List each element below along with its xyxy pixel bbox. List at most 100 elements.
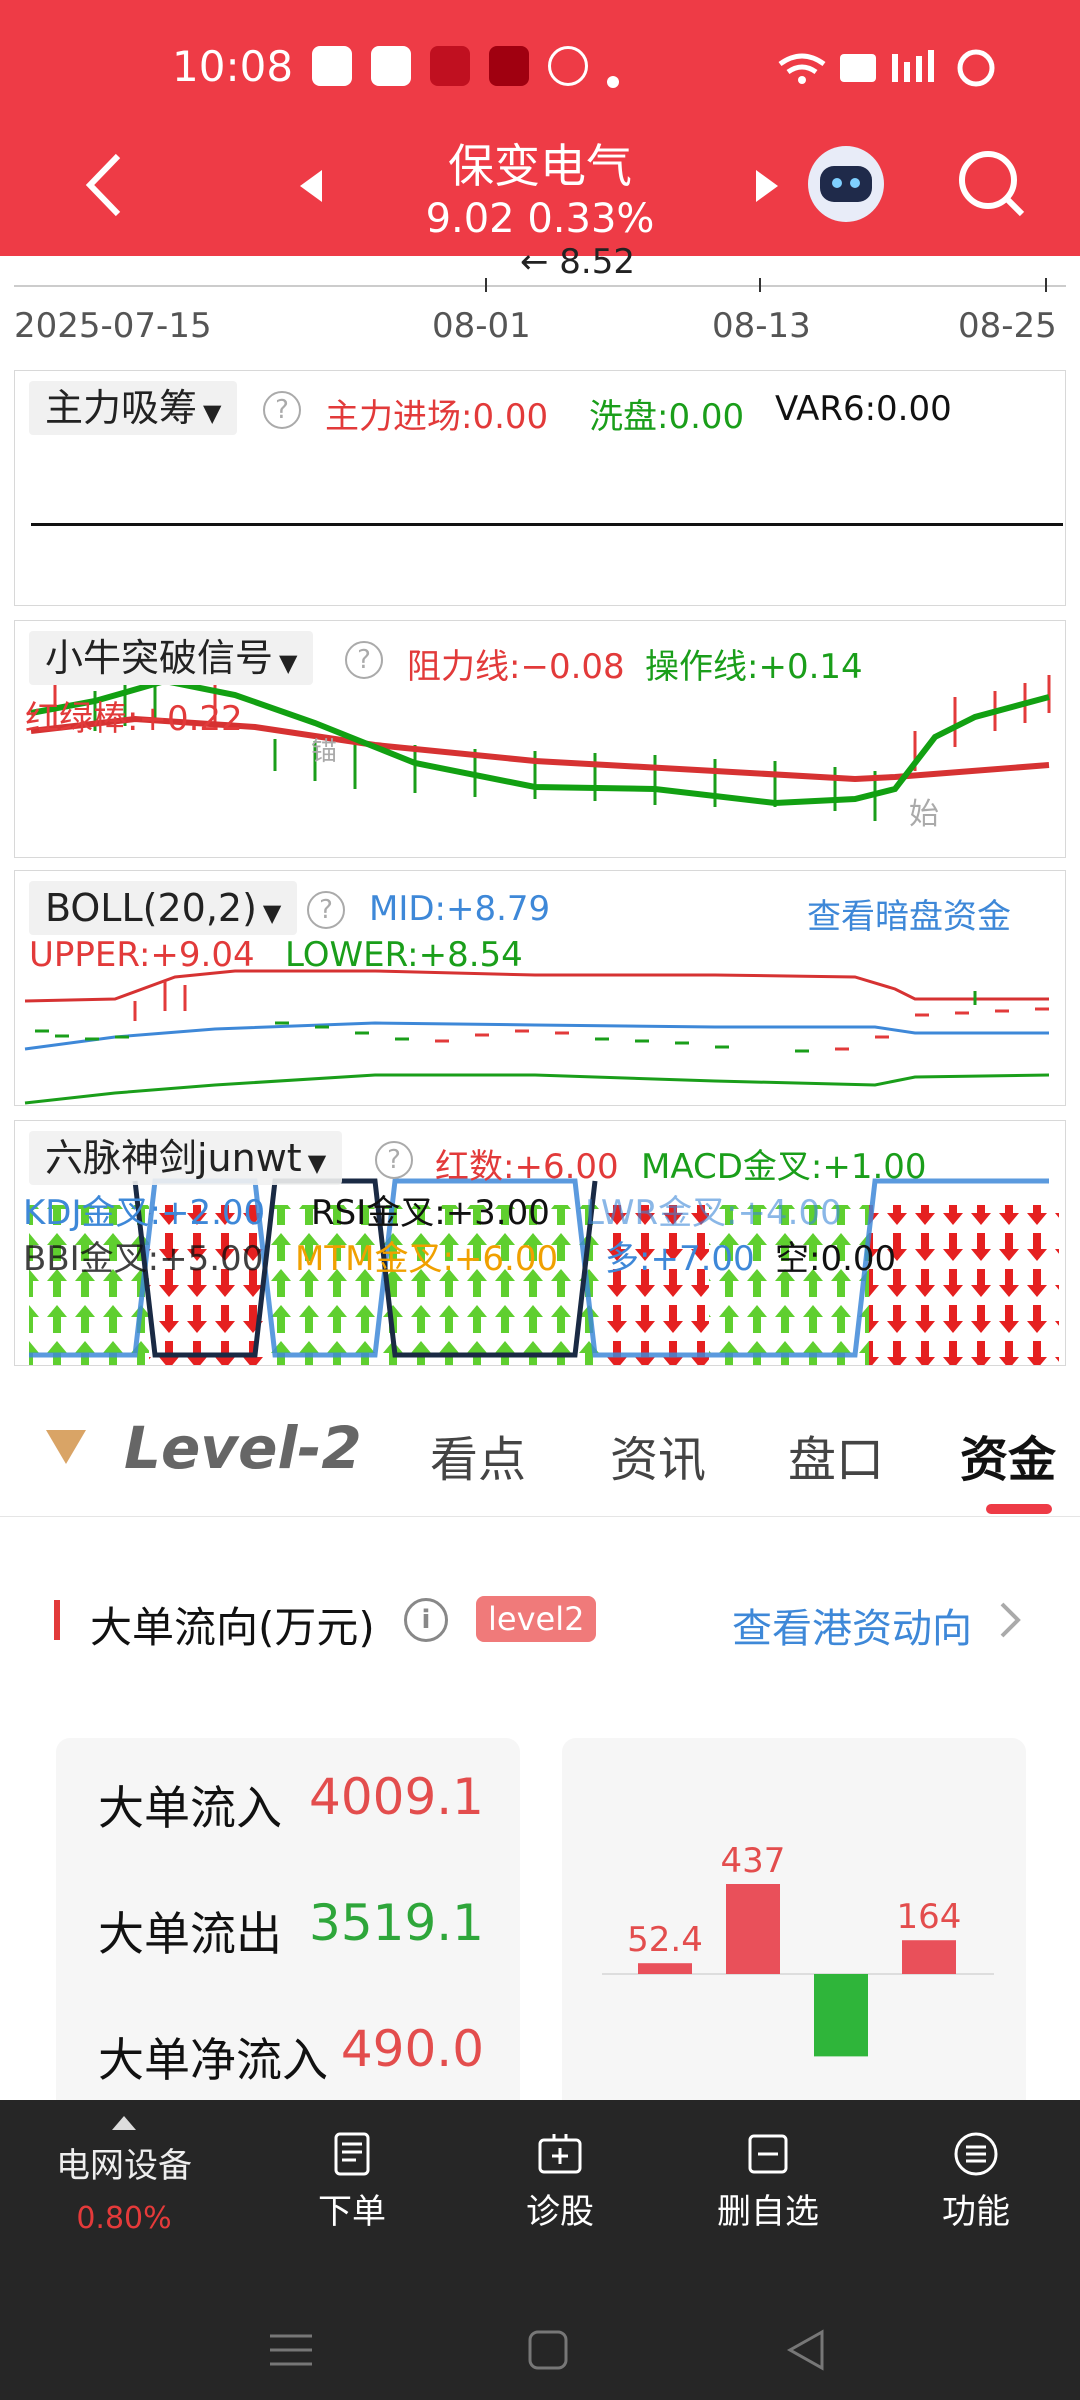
boll-lower-label: LOWER:+8.54 <box>285 935 523 975</box>
tab-capital[interactable]: 资金 <box>960 1420 1056 1490</box>
stock-price: 9.02 0.33% <box>425 196 655 242</box>
remove-watchlist-button[interactable]: 删自选 <box>688 2130 848 2233</box>
price-marker-label: ← 8.52 <box>520 242 635 282</box>
tab-news[interactable]: 资讯 <box>610 1420 706 1490</box>
bbi-cross-label: BBI金叉:+5.00 <box>23 1239 264 1279</box>
menu-nav-icon[interactable] <box>266 2328 316 2372</box>
lwr-cross-label: LWR金叉:+4.00 <box>585 1193 842 1233</box>
flow-stats-card: 大单流入 4009.1 大单流出 3519.1 大单净流入 490.0 <box>56 1738 520 2138</box>
date-label-start: 2025-07-15 <box>14 306 212 346</box>
net-inflow-label: 大单净流入 <box>98 2033 328 2087</box>
help-icon[interactable]: ? <box>345 641 383 679</box>
flow-bar-label: 437 <box>721 1841 786 1881</box>
view-dark-pool-link[interactable]: 查看暗盘资金 <box>807 889 1011 938</box>
chevron-down-icon: ▼ <box>203 399 222 427</box>
status-time: 10:08 <box>172 42 294 91</box>
upper-band <box>24 969 1049 1003</box>
order-label: 下单 <box>318 2192 386 2232</box>
anchor-mark: 锚 <box>311 737 338 767</box>
mid-band <box>24 1021 1049 1051</box>
signal-wifi-battery-icon <box>778 49 995 87</box>
app-icons <box>312 46 642 90</box>
active-tab-indicator <box>986 1504 1052 1514</box>
chevron-down-icon: ▼ <box>279 649 298 677</box>
main-force-entry-label: 主力进场:0.00 <box>325 397 549 437</box>
long-count-label: 多:+7.00 <box>605 1239 755 1279</box>
order-button[interactable]: 下单 <box>272 2130 432 2233</box>
stock-name: 保变电气 <box>448 139 632 193</box>
indicator-name: BOLL(20,2) <box>45 886 257 930</box>
inflow-value: 4009.1 <box>309 1768 484 1826</box>
help-icon[interactable]: ? <box>307 891 345 929</box>
inflow-label: 大单流入 <box>98 1781 282 1835</box>
up-signal-block <box>869 1205 1059 1365</box>
flow-bar-chart: 52.4 437 164 <box>602 1841 994 2057</box>
date-axis: ← 8.52 2025-07-15 08-01 08-13 08-25 <box>0 242 1080 356</box>
flow-bar <box>902 1940 956 1974</box>
home-nav-icon[interactable] <box>526 2328 570 2372</box>
outflow-value: 3519.1 <box>309 1894 484 1952</box>
order-icon <box>334 2132 370 2176</box>
sector-widget[interactable]: 电网设备 0.80% <box>44 2114 204 2236</box>
app-icon <box>489 46 530 86</box>
app-icon <box>548 46 589 86</box>
flow-section-title: 大单流向(万元) <box>90 1603 375 1652</box>
red-count-label: 红数:+6.00 <box>435 1147 619 1187</box>
dot-icon <box>607 75 620 88</box>
indicator-selector[interactable]: 小牛突破信号 ▼ <box>29 631 314 685</box>
indicator-name: 六脉神剑junwt <box>45 1136 302 1180</box>
flow-section-marker <box>54 1600 60 1640</box>
level2-tab-bar: Level-2 看点 资讯 盘口 资金 <box>0 1380 1080 1517</box>
indicator-panel-breakout: 小牛突破信号 ▼ ? 阻力线:−0.08 操作线:+0.14 红绿棒:+0.22 … <box>14 620 1066 858</box>
app-icon <box>430 46 471 86</box>
chevron-right-icon[interactable] <box>998 1600 1022 1640</box>
top-header: 10:08 保变电气 9.02 0.33% <box>0 0 1080 256</box>
search-icon[interactable] <box>956 148 1028 220</box>
function-button[interactable]: 功能 <box>896 2130 1056 2233</box>
level2-brand: Level-2 <box>124 1414 362 1482</box>
boll-mid-label: MID:+8.79 <box>369 889 551 929</box>
diagnose-label: 诊股 <box>526 2192 594 2232</box>
info-icon[interactable]: i <box>404 1598 448 1642</box>
indicator-selector[interactable]: 六脉神剑junwt ▼ <box>29 1131 343 1185</box>
indicator-selector[interactable]: 主力吸筹 ▼ <box>29 381 238 435</box>
system-status-icons <box>776 46 1006 90</box>
sector-name: 电网设备 <box>56 2146 192 2186</box>
outflow-label: 大单流出 <box>98 1907 282 1961</box>
macd-cross-label: MACD金叉:+1.00 <box>641 1147 927 1187</box>
next-stock-icon[interactable] <box>752 166 782 206</box>
date-label-end: 08-25 <box>958 306 1057 346</box>
remove-watchlist-label: 删自选 <box>717 2192 819 2232</box>
kdj-cross-label: KDJ金叉:+2.00 <box>23 1193 266 1233</box>
menu-circle-icon <box>954 2132 998 2176</box>
date-label-2: 08-01 <box>432 306 531 346</box>
sector-change: 0.80% <box>76 2201 172 2236</box>
washout-label: 洗盘:0.00 <box>589 397 745 437</box>
app-icon <box>371 46 412 86</box>
help-icon[interactable]: ? <box>375 1141 413 1179</box>
hk-capital-link[interactable]: 查看港资动向 <box>732 1596 972 1654</box>
bottom-action-bar: 电网设备 0.80% 下单 诊股 删自选 功能 <box>0 2100 1080 2400</box>
flow-bar-card: 52.4 437 164 <box>562 1738 1026 2138</box>
date-label-3: 08-13 <box>712 306 811 346</box>
minus-box-icon <box>748 2134 788 2174</box>
tab-order-book[interactable]: 盘口 <box>788 1420 884 1490</box>
tab-highlights[interactable]: 看点 <box>430 1420 526 1490</box>
chevron-down-icon: ▼ <box>262 899 282 927</box>
flow-bar <box>638 1963 692 1974</box>
back-nav-icon[interactable] <box>784 2328 828 2372</box>
var6-label: VAR6:0.00 <box>775 389 952 429</box>
start-mark: 始 <box>909 797 939 832</box>
indicator-selector[interactable]: BOLL(20,2) ▼ <box>29 881 298 935</box>
help-icon[interactable]: ? <box>263 391 301 429</box>
triangle-up-icon <box>112 2116 136 2130</box>
resistance-line-label: 阻力线:−0.08 <box>407 647 625 687</box>
diagnose-button[interactable]: 诊股 <box>480 2130 640 2233</box>
indicator-panel-main-force: 主力吸筹 ▼ ? 主力进场:0.00 洗盘:0.00 VAR6:0.00 <box>14 370 1066 606</box>
flow-bar-label: 52.4 <box>627 1920 703 1960</box>
zero-line <box>31 523 1063 526</box>
flow-bar <box>726 1884 780 1974</box>
assistant-robot-icon[interactable] <box>808 146 884 222</box>
indicator-name: 主力吸筹 <box>45 386 198 430</box>
level2-badge: level2 <box>476 1596 597 1642</box>
